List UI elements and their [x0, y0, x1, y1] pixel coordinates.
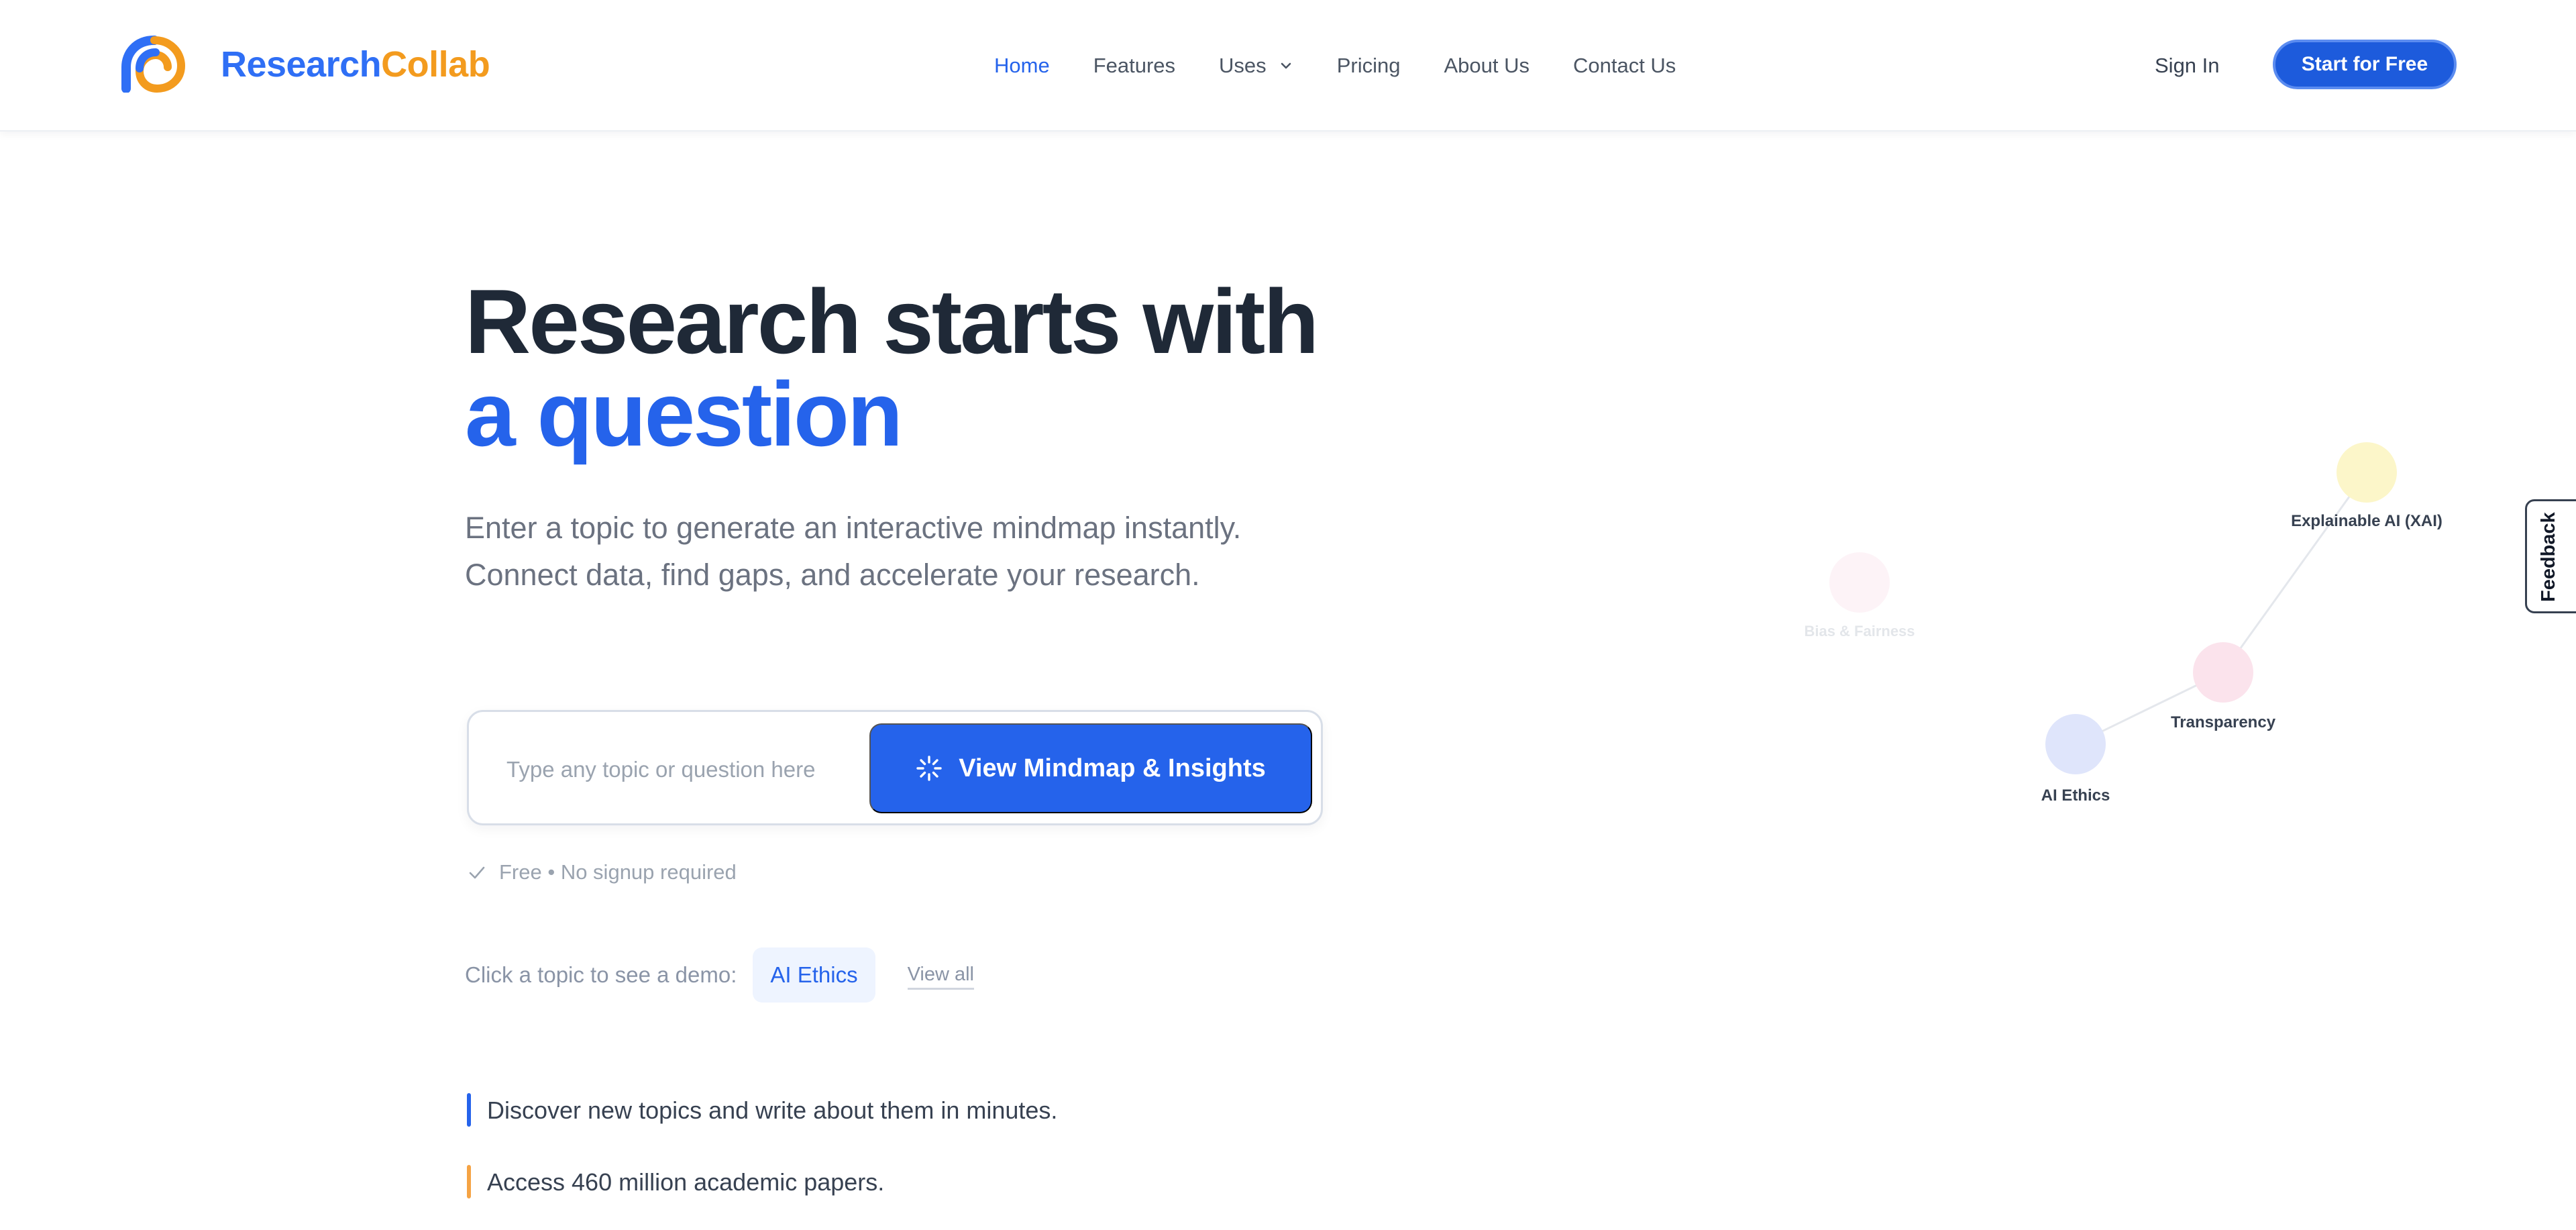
nav-link-uses[interactable]: Uses: [1219, 50, 1293, 82]
chevron-down-icon: [1281, 62, 1291, 69]
mindmap-node-transparency[interactable]: [2193, 642, 2253, 703]
feature-bullet-text: Access 460 million academic papers.: [487, 1168, 885, 1196]
logo-icon[interactable]: [121, 35, 188, 93]
view-mindmap-button-label: View Mindmap & Insights: [959, 754, 1266, 782]
mindmap-node-xai[interactable]: [2337, 442, 2397, 503]
hero-subtitle: Enter a topic to generate an interactive…: [465, 511, 1242, 592]
top-navbar: ResearchCollab Home Features Uses Pricin…: [0, 0, 2576, 132]
feature-bullet: Access 460 million academic papers.: [467, 1165, 885, 1198]
topic-search-box: View Mindmap & Insights: [467, 710, 1323, 825]
bullet-bar: [467, 1093, 471, 1127]
main-nav: Home Features Uses Pricing About Us Cont…: [994, 50, 1676, 82]
mindmap-label-transparency: Transparency: [2171, 713, 2276, 731]
demo-topics: Click a topic to see a demo: AI Ethics V…: [465, 947, 974, 1003]
demo-label: Click a topic to see a demo:: [465, 962, 737, 987]
view-all-link[interactable]: View all: [907, 961, 974, 990]
nav-link-about[interactable]: About Us: [1444, 50, 1529, 82]
brand-name-part2: Collab: [381, 44, 490, 85]
brand-name-part1: Research: [221, 44, 382, 85]
view-mindmap-button[interactable]: View Mindmap & Insights: [869, 723, 1312, 813]
mindmap-node-bias[interactable]: [1829, 552, 1890, 613]
mindmap-label-bias: Bias & Fairness: [1804, 623, 1915, 639]
hero-title-line2: a question: [465, 363, 903, 465]
mindmap-label-xai: Explainable AI (XAI): [2291, 512, 2442, 530]
sign-in-link[interactable]: Sign In: [2155, 50, 2220, 82]
mindmap-label-ai-ethics: AI Ethics: [2041, 786, 2110, 805]
mindmap-edge: [2222, 472, 2368, 673]
feature-bullet: Discover new topics and write about them…: [467, 1093, 1058, 1127]
nav-link-contact[interactable]: Contact Us: [1573, 50, 1676, 82]
start-for-free-button[interactable]: Start for Free: [2273, 40, 2457, 89]
bullet-bar: [467, 1165, 471, 1198]
nav-link-home[interactable]: Home: [994, 50, 1050, 82]
mindmap-node-ai-ethics[interactable]: [2045, 714, 2106, 774]
nav-link-features[interactable]: Features: [1093, 50, 1175, 82]
hero-title: Research starts with a question: [465, 275, 1319, 465]
mindmap-preview: Bias & Fairness Explainable AI (XAI) Tra…: [1804, 442, 2442, 805]
topic-search-input[interactable]: [506, 736, 855, 803]
loading-spinner-icon: [916, 756, 942, 781]
feedback-label: Feedback: [2538, 512, 2559, 602]
check-icon: [469, 866, 485, 879]
brand-logo-text[interactable]: ResearchCollab: [221, 43, 490, 86]
nav-link-uses-label: Uses: [1219, 54, 1267, 77]
free-note: Free • No signup required: [467, 859, 737, 886]
hero-title-line1: Research starts with: [465, 270, 1319, 372]
nav-link-pricing[interactable]: Pricing: [1337, 50, 1401, 82]
feature-bullet-text: Discover new topics and write about them…: [487, 1096, 1058, 1124]
topic-chip-ai-ethics[interactable]: AI Ethics: [753, 947, 875, 1003]
free-note-text: Free • No signup required: [499, 860, 737, 884]
feedback-tab[interactable]: Feedback: [2525, 499, 2576, 613]
